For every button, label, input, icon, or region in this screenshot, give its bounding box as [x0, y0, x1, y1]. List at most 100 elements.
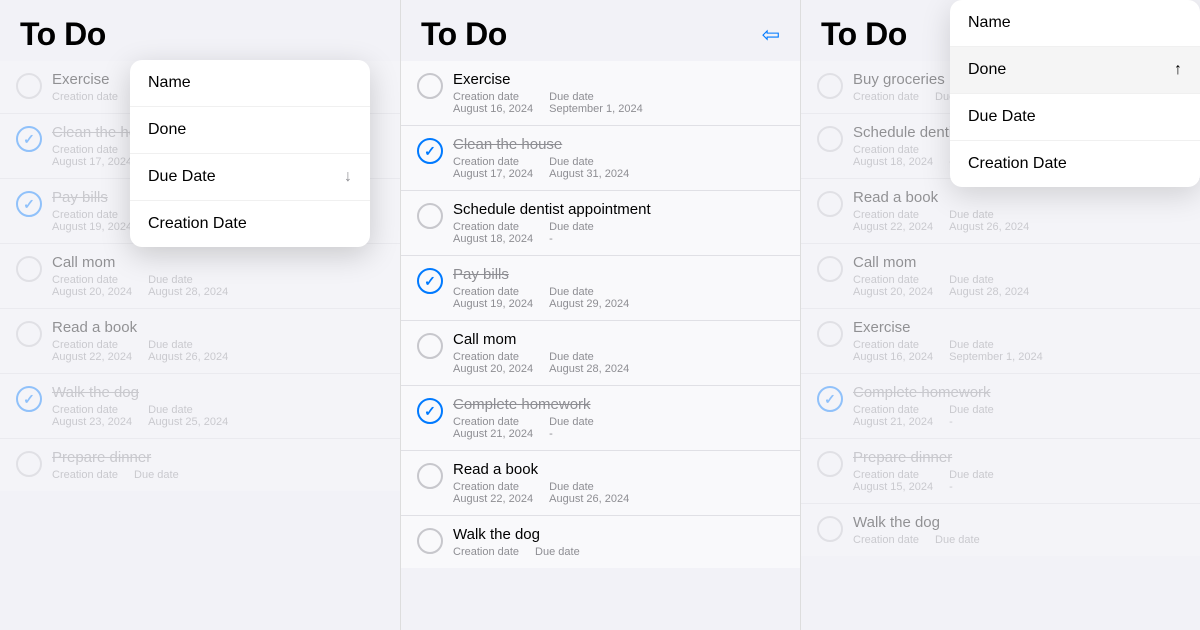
task-checkbox[interactable] [417, 73, 443, 99]
task-checkbox[interactable] [16, 126, 42, 152]
due-label: Due date [549, 156, 629, 168]
right-dropdown-item-name[interactable]: Name [950, 0, 1200, 47]
creation-date: August 22, 2024 [853, 221, 933, 233]
creation-date: August 18, 2024 [453, 233, 533, 245]
due-date: August 29, 2024 [549, 298, 629, 310]
due-date-group: Due dateAugust 31, 2024 [549, 156, 629, 180]
left-panel-title: To Do [20, 16, 106, 53]
left-panel: To Do ExerciseCreation dateDue dateClean… [0, 0, 400, 630]
task-checkbox[interactable] [16, 321, 42, 347]
task-checkbox[interactable] [16, 386, 42, 412]
due-date-group: Due date [535, 546, 580, 558]
task-checkbox[interactable] [417, 398, 443, 424]
task-item[interactable]: Schedule dentist appointment Creation dat… [401, 191, 800, 256]
creation-date: August 22, 2024 [453, 493, 533, 505]
duedate-arrow: ↓ [344, 168, 352, 186]
task-item[interactable]: Clean the houseCreation dateAugust 17, 2… [401, 126, 800, 191]
task-item[interactable]: Read a bookCreation dateAugust 22, 2024D… [0, 309, 400, 374]
dropdown-item-done[interactable]: Done [130, 107, 370, 154]
task-checkbox[interactable] [817, 256, 843, 282]
task-checkbox[interactable] [417, 268, 443, 294]
task-item[interactable]: Complete homeworkCreation dateAugust 21,… [401, 386, 800, 451]
task-item[interactable]: Prepare dinnerCreation dateDue date [0, 439, 400, 491]
task-title: Pay bills [453, 266, 784, 283]
task-checkbox[interactable] [817, 451, 843, 477]
task-item[interactable]: ExerciseCreation dateAugust 16, 2024Due … [401, 61, 800, 126]
dropdown-item-duedate[interactable]: Due Date ↓ [130, 154, 370, 201]
task-content: ExerciseCreation dateAugust 16, 2024Due … [453, 71, 784, 115]
right-dropdown-item-done[interactable]: Done ↑ [950, 47, 1200, 94]
due-date: - [549, 233, 594, 245]
creation-date-group: Creation dateAugust 19, 2024 [453, 286, 533, 310]
task-item[interactable]: Read a bookCreation dateAugust 22, 2024D… [401, 451, 800, 516]
due-label: Due date [549, 221, 594, 233]
task-checkbox[interactable] [16, 451, 42, 477]
task-checkbox[interactable] [817, 516, 843, 542]
task-title: Schedule dentist appointment [453, 201, 784, 218]
task-dates: Creation dateDue date [453, 546, 784, 558]
task-item[interactable]: Call momCreation dateAugust 20, 2024Due … [801, 244, 1200, 309]
task-title: Walk the dog [453, 526, 784, 543]
task-content: ExerciseCreation dateAugust 16, 2024Due … [853, 319, 1184, 363]
due-date-group: Due dateAugust 28, 2024 [549, 351, 629, 375]
task-dates: Creation dateAugust 16, 2024Due dateSept… [853, 339, 1184, 363]
right-sort-dropdown[interactable]: Name Done ↑ Due Date Creation Date [950, 0, 1200, 187]
task-checkbox[interactable] [817, 386, 843, 412]
task-content: Complete homeworkCreation dateAugust 21,… [453, 396, 784, 440]
task-item[interactable]: Complete homeworkCreation dateAugust 21,… [801, 374, 1200, 439]
right-dropdown-item-duedate[interactable]: Due Date [950, 94, 1200, 141]
creation-label: Creation date [853, 339, 933, 351]
due-date-group: Due dateAugust 26, 2024 [549, 481, 629, 505]
due-label: Due date [535, 546, 580, 558]
task-title: Call mom [52, 254, 384, 271]
creation-date-group: Creation dateAugust 21, 2024 [453, 416, 533, 440]
task-item[interactable]: Prepare dinnerCreation dateAugust 15, 20… [801, 439, 1200, 504]
dropdown-item-creationdate[interactable]: Creation Date [130, 201, 370, 247]
middle-task-list: ExerciseCreation dateAugust 16, 2024Due … [401, 61, 800, 621]
due-date: August 26, 2024 [949, 221, 1029, 233]
creation-date-group: Creation dateAugust 18, 2024 [853, 144, 933, 168]
task-title: Prepare dinner [853, 449, 1184, 466]
due-date-group: Due date- [549, 416, 594, 440]
task-checkbox[interactable] [417, 203, 443, 229]
task-item[interactable]: Walk the dogCreation dateAugust 23, 2024… [0, 374, 400, 439]
creation-date-group: Creation dateAugust 20, 2024 [853, 274, 933, 298]
task-item[interactable]: Call momCreation dateAugust 20, 2024Due … [0, 244, 400, 309]
back-arrow[interactable]: ⇦ [762, 22, 780, 48]
creation-label: Creation date [453, 156, 533, 168]
task-checkbox[interactable] [16, 256, 42, 282]
task-checkbox[interactable] [817, 321, 843, 347]
task-item[interactable]: ExerciseCreation dateAugust 16, 2024Due … [801, 309, 1200, 374]
task-checkbox[interactable] [817, 126, 843, 152]
due-date-group: Due date [935, 534, 980, 546]
task-item[interactable]: Call momCreation dateAugust 20, 2024Due … [401, 321, 800, 386]
task-item[interactable]: Pay billsCreation dateAugust 19, 2024Due… [401, 256, 800, 321]
creation-label: Creation date [453, 286, 533, 298]
task-checkbox[interactable] [16, 73, 42, 99]
task-dates: Creation dateAugust 21, 2024Due date- [853, 404, 1184, 428]
creation-label: Creation date [453, 221, 533, 233]
task-checkbox[interactable] [817, 73, 843, 99]
due-label: Due date [549, 351, 629, 363]
creation-label: Creation date [853, 274, 933, 286]
task-item[interactable]: Walk the dog Creation dateDue date [401, 516, 800, 568]
due-date-group: Due date- [949, 404, 994, 428]
task-item[interactable]: Walk the dogCreation dateDue date [801, 504, 1200, 556]
task-title: Read a book [52, 319, 384, 336]
creation-date-group: Creation dateAugust 20, 2024 [453, 351, 533, 375]
task-checkbox[interactable] [16, 191, 42, 217]
right-dropdown-item-creationdate[interactable]: Creation Date [950, 141, 1200, 187]
task-checkbox[interactable] [417, 528, 443, 554]
task-checkbox[interactable] [417, 463, 443, 489]
creation-label: Creation date [453, 416, 533, 428]
task-checkbox[interactable] [817, 191, 843, 217]
dropdown-item-name[interactable]: Name [130, 60, 370, 107]
task-checkbox[interactable] [417, 138, 443, 164]
task-item[interactable]: Read a bookCreation dateAugust 22, 2024D… [801, 179, 1200, 244]
due-date-group: Due dateSeptember 1, 2024 [949, 339, 1043, 363]
task-checkbox[interactable] [417, 333, 443, 359]
sort-dropdown[interactable]: Name Done Due Date ↓ Creation Date [130, 60, 370, 247]
due-label: Due date [949, 339, 1043, 351]
creation-label: Creation date [453, 351, 533, 363]
due-date: August 26, 2024 [549, 493, 629, 505]
